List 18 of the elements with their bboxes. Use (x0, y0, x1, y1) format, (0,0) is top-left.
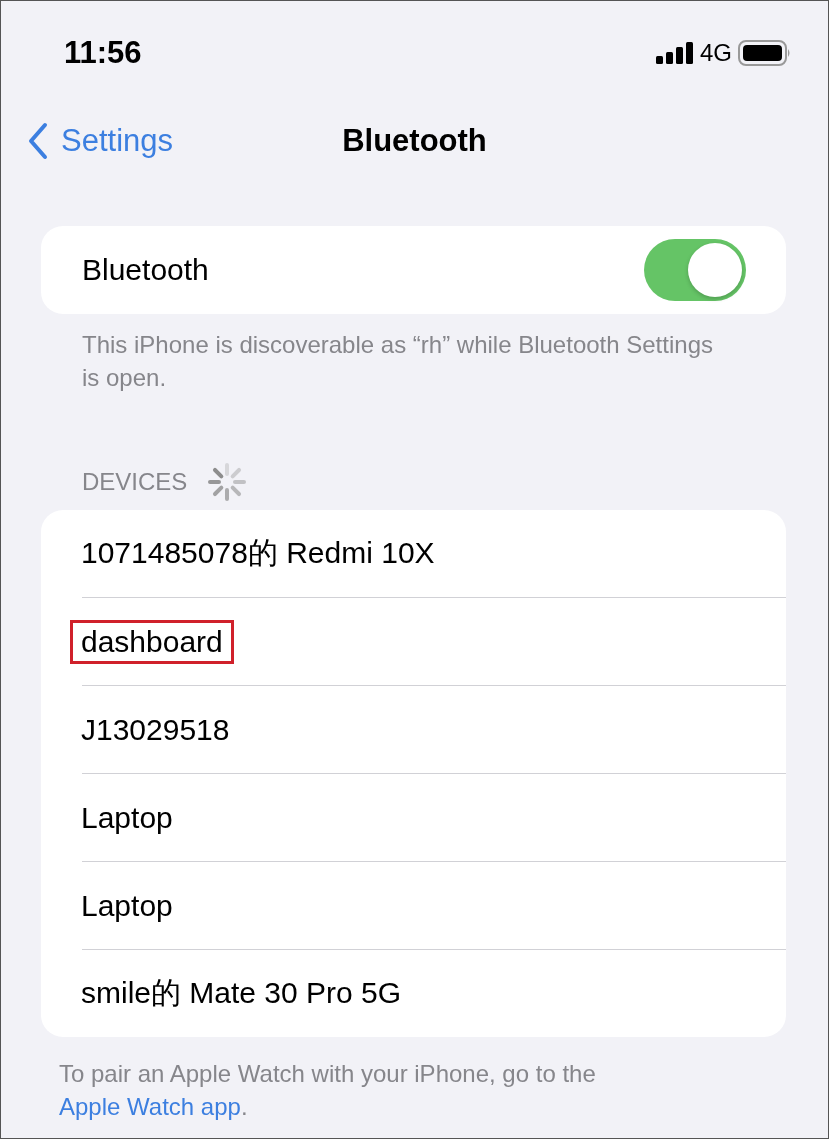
bluetooth-label: Bluetooth (82, 253, 209, 287)
devices-header: DEVICES (82, 468, 188, 496)
device-item[interactable]: smile的 Mate 30 Pro 5G (70, 968, 413, 1019)
discoverable-note: This iPhone is discoverable as “rh” while Bluetooth Settings is open. (82, 330, 714, 393)
device-item[interactable]: J13029518 (70, 707, 241, 752)
back-button[interactable]: Settings (27, 122, 173, 160)
device-item[interactable]: Laptop (70, 883, 184, 928)
device-item[interactable]: Laptop (70, 795, 184, 840)
device-item[interactable]: dashboard (70, 619, 234, 664)
apple-watch-link[interactable]: Apple Watch app (59, 1093, 241, 1120)
page-title: Bluetooth (342, 123, 487, 159)
device-item[interactable]: 1071485078的 Redmi 10X (70, 528, 446, 579)
footer-text: To pair an Apple Watch with your iPhone, go to the Apple Watch app. (59, 1059, 597, 1122)
status-time: 11:56 (64, 35, 142, 71)
battery-icon (738, 40, 792, 66)
signal-icon (656, 42, 694, 64)
network-label: 4G (700, 39, 732, 67)
back-chevron-icon (27, 122, 49, 160)
